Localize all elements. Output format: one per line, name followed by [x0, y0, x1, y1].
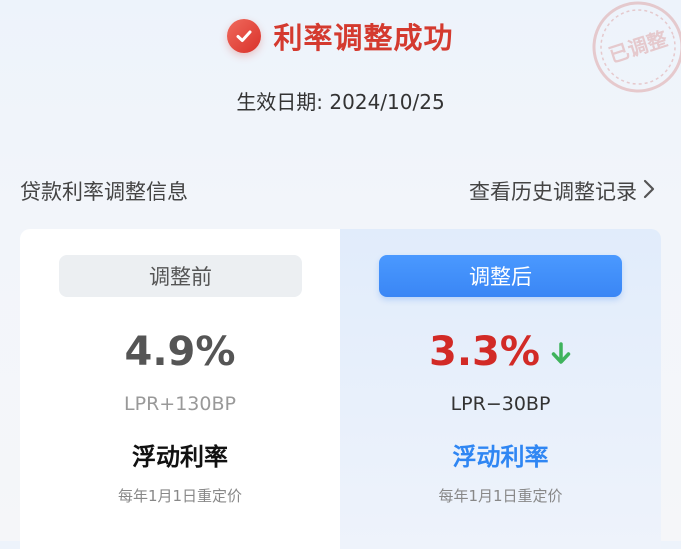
- formula-before: LPR+130BP: [124, 393, 236, 415]
- rate-type-after: 浮动利率: [452, 443, 549, 471]
- tab-before[interactable]: 调整前: [59, 255, 302, 297]
- chevron-right-icon[interactable]: [643, 179, 655, 204]
- tab-after[interactable]: 调整后: [379, 255, 622, 297]
- rate-after-row: 3.3%: [340, 329, 661, 377]
- rate-before: 4.9%: [124, 329, 236, 375]
- stamp-text: 已调整: [606, 26, 670, 67]
- check-circle-icon: [227, 19, 262, 53]
- arrow-down-icon: [550, 331, 572, 377]
- formula-after: LPR−30BP: [450, 393, 551, 415]
- history-link[interactable]: 查看历史调整记录: [469, 176, 655, 206]
- success-header: 利率调整成功: [0, 14, 681, 58]
- rate-type-before: 浮动利率: [132, 443, 228, 471]
- reprice-before: 每年1月1日重定价: [117, 487, 243, 505]
- history-link-label[interactable]: 查看历史调整记录: [469, 176, 637, 206]
- section-title: 贷款利率调整信息: [20, 180, 188, 204]
- effective-date: 生效日期: 2024/10/25: [236, 90, 445, 114]
- page-title: 利率调整成功: [273, 21, 454, 55]
- card-after: 调整后 3.3% LPR−30BP 浮动利率 每年1月1日重定价: [340, 229, 661, 549]
- card-before: 调整前 4.9% LPR+130BP 浮动利率 每年1月1日重定价: [20, 229, 340, 549]
- rate-after: 3.3%: [429, 329, 540, 375]
- reprice-after: 每年1月1日重定价: [438, 487, 563, 505]
